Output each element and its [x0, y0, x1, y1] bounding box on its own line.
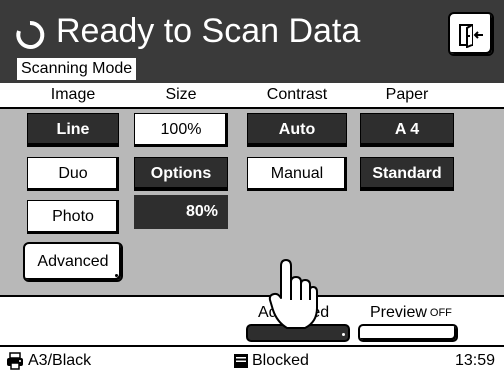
- settings-panel: Line Duo Photo 100% Options 80% Auto Man…: [0, 109, 504, 295]
- size-100-button[interactable]: 100%: [134, 113, 228, 147]
- image-duo-button[interactable]: Duo: [27, 157, 119, 191]
- scanning-mode-label: Scanning Mode: [17, 58, 137, 80]
- contrast-manual-button[interactable]: Manual: [247, 157, 347, 191]
- image-line-button[interactable]: Line: [27, 113, 119, 147]
- image-photo-button[interactable]: Photo: [27, 200, 119, 234]
- paper-standard-button[interactable]: Standard: [360, 157, 454, 191]
- submenu-indicator: [115, 274, 118, 277]
- preview-toggle-button[interactable]: [358, 324, 458, 342]
- advanced-button[interactable]: Advanced: [23, 242, 123, 282]
- header-bar: Ready to Scan Data Scanning Mode: [0, 0, 504, 83]
- contrast-column-header: Contrast: [266, 86, 328, 103]
- contrast-auto-button[interactable]: Auto: [247, 113, 347, 147]
- blocked-status: Blocked: [252, 352, 309, 369]
- size-column-header: Size: [165, 86, 197, 103]
- paper-a4-button[interactable]: A 4: [360, 113, 454, 147]
- clock: 13:59: [455, 352, 496, 369]
- document-icon: [234, 354, 248, 368]
- printer-icon: [7, 352, 23, 370]
- exit-door-icon: [459, 24, 483, 48]
- image-column-header: Image: [50, 86, 96, 103]
- bottom-action-bar: Advanced PreviewOFF: [0, 295, 504, 345]
- preview-label-text: Preview: [370, 304, 427, 321]
- refresh-icon: [16, 20, 45, 49]
- exit-button[interactable]: [448, 12, 494, 56]
- column-headers: Image Size Contrast Paper: [0, 83, 504, 109]
- submenu-indicator: [342, 333, 345, 336]
- paper-status: A3/Black: [28, 352, 92, 369]
- size-value-display: 80%: [134, 195, 228, 229]
- advanced-button-label: Advanced: [37, 253, 109, 270]
- page-title: Ready to Scan Data: [56, 12, 361, 50]
- preview-label: Preview OFF: [370, 304, 452, 322]
- paper-column-header: Paper: [385, 86, 429, 103]
- status-bar: A3/Black Blocked 13:59: [0, 345, 504, 374]
- preview-state: OFF: [429, 307, 452, 319]
- pointing-hand-icon: [268, 259, 318, 329]
- size-options-button[interactable]: Options: [134, 157, 228, 191]
